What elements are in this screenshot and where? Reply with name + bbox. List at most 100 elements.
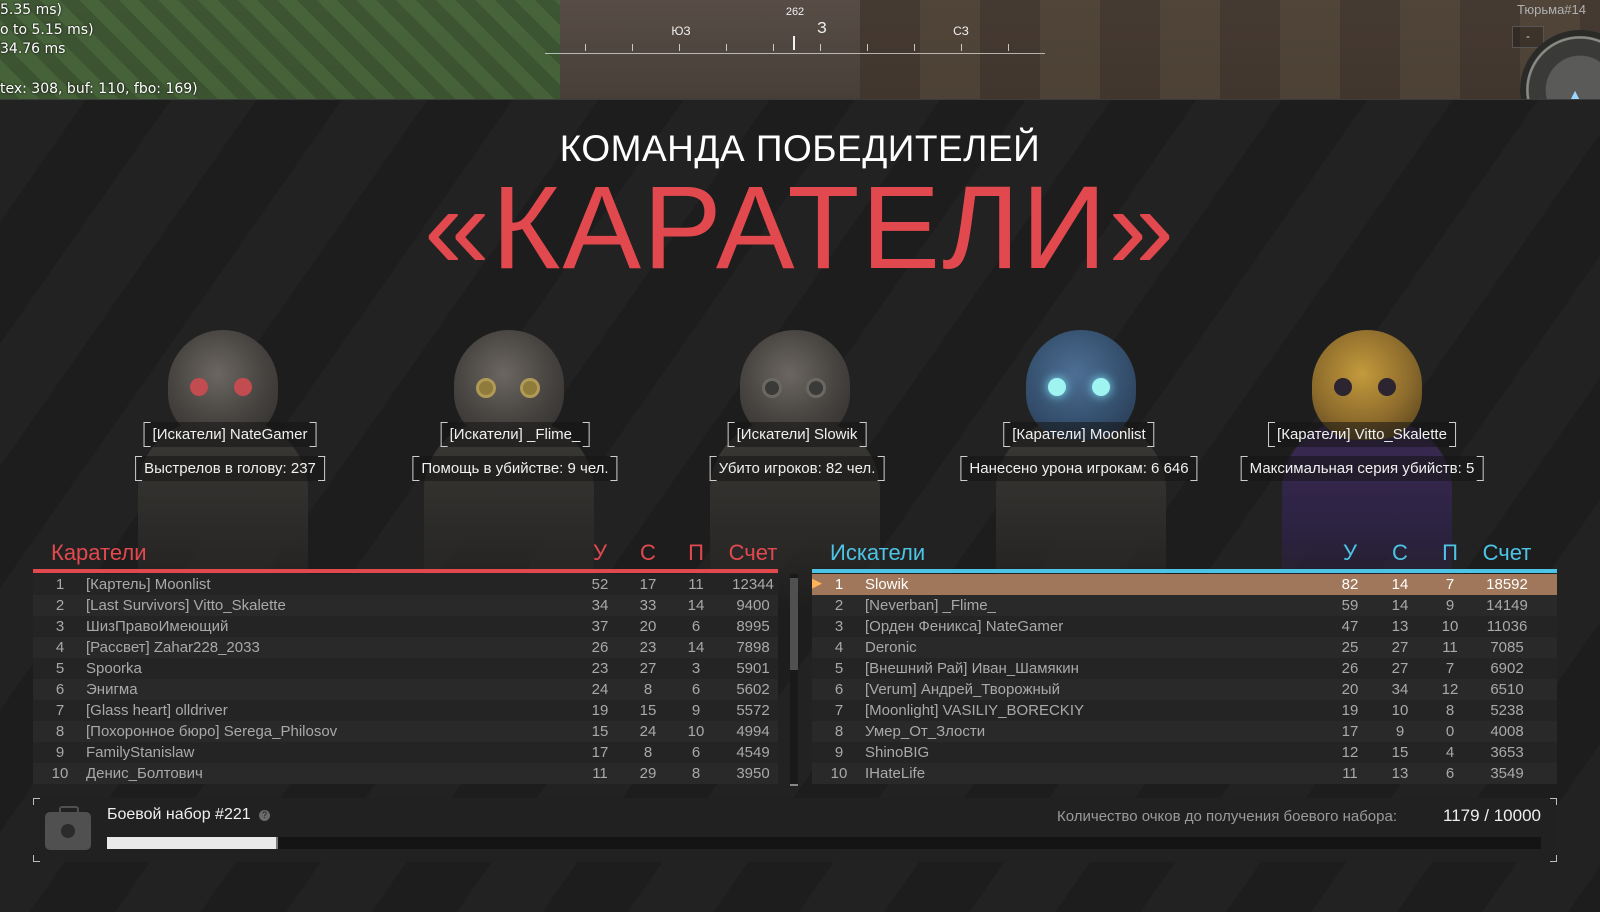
row-player-name: Deronic	[865, 639, 917, 656]
scoreboard-left: 1 [Картель] Moonlist 52 17 11 12344 2 [L…	[33, 574, 778, 784]
highlight-player-2: [Искатели] _Flime_	[440, 422, 590, 447]
highlight-stat-2: Помощь в убийстве: 9 чел.	[412, 456, 618, 481]
row-player-name: [Glass heart] olldriver	[86, 702, 228, 719]
row-player-name: Денис_Болтович	[86, 765, 203, 782]
row-rank: 6	[55, 681, 65, 698]
highlight-player-1: [Искатели] NateGamer	[143, 422, 317, 447]
current-player-arrow-icon: ▶	[812, 575, 822, 590]
row-score: 7085	[1490, 639, 1524, 656]
row-rank: 1	[834, 576, 844, 593]
table-row[interactable]: 2 [Last Survivors] Vitto_Skalette 34 33 …	[33, 595, 778, 616]
row-rank: 7	[55, 702, 65, 719]
column-header-assists[interactable]: П	[1435, 540, 1465, 566]
table-row[interactable]: 6 [Verum] Андрей_Творожный 20 34 12 6510	[812, 679, 1557, 700]
row-deaths: 9	[1395, 723, 1405, 740]
table-row[interactable]: 10 IHateLife 11 13 6 3549	[812, 763, 1557, 784]
row-assists: 0	[1445, 723, 1455, 740]
row-kills: 15	[591, 723, 609, 740]
highlight-stat-3: Убито игроков: 82 чел.	[709, 456, 885, 481]
debug-line-3: 34.76 ms	[0, 41, 66, 57]
highlight-player-3: [Искатели] Slowik	[727, 422, 867, 447]
row-kills: 23	[591, 660, 609, 677]
compass-label-nw: СЗ	[953, 24, 969, 38]
row-assists: 9	[691, 702, 701, 719]
row-kills: 37	[591, 618, 609, 635]
row-assists: 11	[688, 576, 704, 593]
column-header-deaths[interactable]: С	[633, 540, 663, 566]
row-assists: 14	[687, 597, 705, 614]
compass-tick	[867, 44, 868, 51]
column-header-kills[interactable]: У	[585, 540, 615, 566]
row-assists: 4	[1445, 744, 1455, 761]
table-row[interactable]: 9 FamilyStanislaw 17 8 6 4549	[33, 742, 778, 763]
column-header-score[interactable]: Счет	[713, 540, 793, 566]
row-rank: 10	[830, 765, 848, 782]
table-row[interactable]: 3 [Орден Феникса] NateGamer 47 13 10 110…	[812, 616, 1557, 637]
team-header-left: Каратели У С П Счет	[33, 540, 778, 570]
table-row[interactable]: 8 Умер_От_Злости 17 9 0 4008	[812, 721, 1557, 742]
table-row[interactable]: 1 [Картель] Moonlist 52 17 11 12344	[33, 574, 778, 595]
column-header-assists[interactable]: П	[681, 540, 711, 566]
table-row[interactable]: 5 Spoorka 23 27 3 5901	[33, 658, 778, 679]
row-kills: 12	[1341, 744, 1359, 761]
table-row[interactable]: 8 [Похоронное бюро] Serega_Philosov 15 2…	[33, 721, 778, 742]
table-row[interactable]: 6 Энигма 24 8 6 5602	[33, 679, 778, 700]
table-row[interactable]: 5 [Внешний Рай] Иван_Шамякин 26 27 7 690…	[812, 658, 1557, 679]
table-row[interactable]: 3 ШизПравоИмеющий 37 20 6 8995	[33, 616, 778, 637]
compass-label-w: З	[817, 20, 827, 37]
row-deaths: 14	[1391, 576, 1409, 593]
column-header-kills[interactable]: У	[1335, 540, 1365, 566]
team-name-left: Каратели	[51, 540, 147, 565]
row-player-name: [Внешний Рай] Иван_Шамякин	[865, 660, 1079, 677]
row-player-name: [Орден Феникса] NateGamer	[865, 618, 1064, 635]
row-player-name: Spoorka	[86, 660, 142, 677]
debug-line-1: 5.35 ms)	[0, 2, 63, 18]
row-score: 3653	[1490, 744, 1524, 761]
table-row[interactable]: 4 Deronic 25 27 11 7085	[812, 637, 1557, 658]
row-deaths: 24	[639, 723, 657, 740]
row-deaths: 29	[639, 765, 657, 782]
row-deaths: 8	[643, 681, 653, 698]
column-header-deaths[interactable]: С	[1385, 540, 1415, 566]
row-player-name: [Neverban] _Flime_	[865, 597, 996, 614]
row-assists: 8	[1445, 702, 1455, 719]
column-header-score[interactable]: Счет	[1467, 540, 1547, 566]
compass-tick	[585, 44, 586, 51]
row-deaths: 13	[1391, 618, 1409, 635]
highlight-stat-4: Нанесено урона игрокам: 6 646	[960, 456, 1198, 481]
row-player-name: FamilyStanislaw	[86, 744, 195, 761]
table-row[interactable]: 7 [Glass heart] olldriver 19 15 9 5572	[33, 700, 778, 721]
table-row[interactable]: 2 [Neverban] _Flime_ 59 14 9 14149	[812, 595, 1557, 616]
row-assists: 9	[1445, 597, 1455, 614]
row-kills: 20	[1341, 681, 1359, 698]
highlight-player-5: [Каратели] Vitto_Skalette	[1268, 422, 1456, 447]
scoreboard-right: ▶ 1 Slowik 82 14 7 18592 2 [Neverban] _F…	[812, 574, 1557, 784]
row-player-name: [Похоронное бюро] Serega_Philosov	[86, 723, 338, 740]
row-kills: 26	[591, 639, 609, 656]
skull-icon	[61, 824, 75, 838]
row-kills: 19	[1341, 702, 1359, 719]
row-rank: 9	[55, 744, 65, 761]
row-score: 5572	[736, 702, 770, 719]
compass-tick	[632, 44, 633, 51]
scrollbar-end	[790, 784, 798, 786]
help-icon[interactable]: ?	[259, 810, 270, 821]
table-row[interactable]: 7 [Moonlight] VASILIY_BORECKIY 19 10 8 5…	[812, 700, 1557, 721]
winner-team-name: «КАРАТЕЛИ»	[423, 162, 1177, 294]
table-row[interactable]: 9 ShinoBIG 12 15 4 3653	[812, 742, 1557, 763]
row-player-name: [Last Survivors] Vitto_Skalette	[86, 597, 286, 614]
row-score: 5238	[1490, 702, 1524, 719]
row-deaths: 23	[639, 639, 657, 656]
row-assists: 11	[1442, 639, 1458, 656]
row-player-name: ShinoBIG	[865, 744, 930, 761]
table-row[interactable]: 4 [Рассвет] Zahar228_2033 26 23 14 7898	[33, 637, 778, 658]
row-player-name: [Verum] Андрей_Творожный	[865, 681, 1060, 698]
row-rank: 9	[834, 744, 844, 761]
compass-tick	[914, 44, 915, 51]
scrollbar-thumb[interactable]	[790, 578, 798, 670]
row-player-name: [Рассвет] Zahar228_2033	[86, 639, 260, 656]
table-row[interactable]: 10 Денис_Болтович 11 29 8 3950	[33, 763, 778, 784]
table-row-current-player[interactable]: ▶ 1 Slowik 82 14 7 18592	[812, 574, 1557, 595]
highlight-stat-5: Максимальная серия убийств: 5	[1240, 456, 1484, 481]
row-rank: 4	[834, 639, 844, 656]
